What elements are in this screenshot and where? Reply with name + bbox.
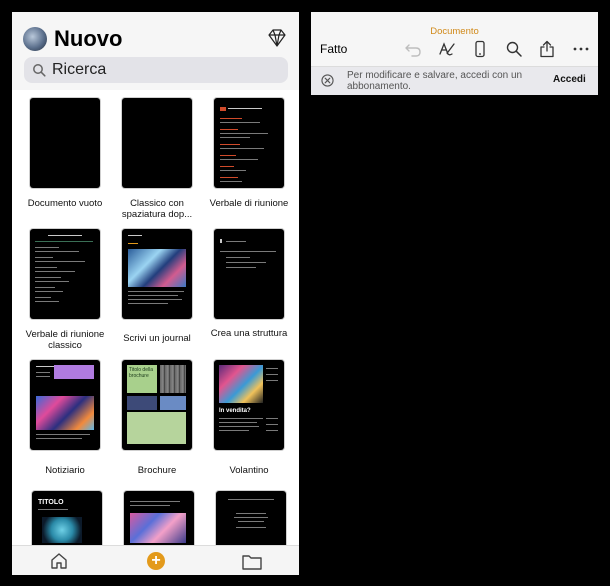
template-lettera[interactable] — [216, 491, 286, 551]
titolo-heading: TITOLO — [38, 499, 64, 506]
close-circle-icon[interactable] — [321, 74, 334, 87]
login-button[interactable]: Accedi — [553, 74, 586, 85]
template-verbale-riunione[interactable] — [214, 98, 284, 188]
undo-icon[interactable] — [404, 40, 422, 58]
search-bar[interactable] — [24, 57, 288, 83]
flyer-heading: In vendita? — [219, 408, 251, 414]
diamond-icon[interactable] — [267, 28, 287, 48]
template-journal[interactable] — [122, 229, 192, 319]
template-verbale-classico[interactable] — [30, 229, 100, 319]
template-classico-doppia-spaziatura[interactable] — [122, 98, 192, 188]
pen-icon[interactable] — [438, 40, 456, 58]
tab-bar: + — [12, 545, 299, 575]
search-icon[interactable] — [505, 40, 523, 58]
template-label: Volantino — [229, 465, 269, 476]
header: Nuovo — [12, 12, 299, 90]
template-label: Verbale di riunione classico — [25, 329, 105, 351]
template-label: Notiziario — [45, 465, 85, 476]
new-document-screen: Nuovo Documento vuoto Classico con spazi… — [12, 12, 299, 575]
search-input[interactable] — [52, 59, 272, 81]
document-title: Documento — [430, 26, 479, 37]
template-label: Crea una struttura — [210, 328, 288, 339]
avatar[interactable] — [23, 27, 47, 51]
template-notiziario[interactable] — [30, 360, 100, 450]
page-title: Nuovo — [54, 26, 123, 51]
template-documento-vuoto[interactable] — [30, 98, 100, 188]
template-label: Brochure — [137, 465, 177, 476]
share-icon[interactable] — [538, 40, 556, 58]
home-icon[interactable] — [50, 552, 68, 570]
more-icon[interactable] — [572, 40, 590, 58]
template-brochure[interactable]: Titolo della brochure — [122, 360, 192, 450]
brochure-heading: Titolo della brochure — [129, 367, 153, 379]
template-label: Verbale di riunione — [209, 198, 289, 209]
template-volantino[interactable]: In vendita? — [214, 360, 284, 450]
template-artistico[interactable] — [124, 491, 194, 551]
subscription-banner: Per modificare e salvare, accedi con un … — [311, 66, 598, 95]
done-button[interactable]: Fatto — [320, 42, 347, 56]
template-label: Classico con spaziatura dop... — [121, 198, 193, 220]
document-editor-toolbar: Documento Fatto Per modificare e salvare… — [311, 12, 598, 95]
template-label: Scrivi un journal — [123, 333, 191, 344]
add-icon[interactable]: + — [147, 552, 165, 570]
folder-icon[interactable] — [242, 553, 262, 570]
template-label: Documento vuoto — [27, 198, 103, 209]
template-titolo[interactable]: TITOLO — [32, 491, 102, 551]
phone-icon[interactable] — [471, 40, 489, 58]
template-struttura[interactable] — [214, 229, 284, 319]
search-icon — [33, 64, 46, 77]
banner-message: Per modificare e salvare, accedi con un … — [347, 70, 523, 92]
